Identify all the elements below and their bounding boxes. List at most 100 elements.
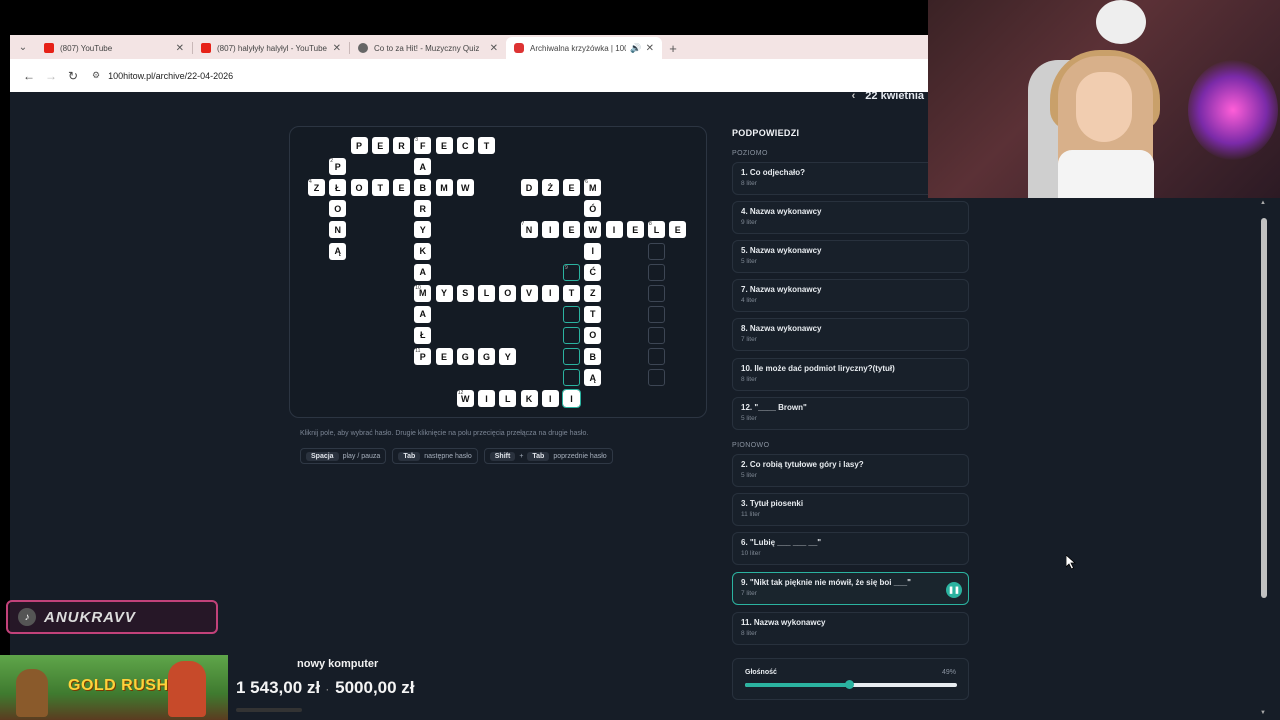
crossword-cell[interactable]: 6M [584,179,602,197]
tab-youtube-video[interactable]: (807) halyłyły halyłyl - YouTube ✕ [193,37,349,59]
crossword-cell[interactable]: A [414,263,432,281]
crossword-cell[interactable]: O [329,200,347,218]
crossword-cell[interactable] [563,326,580,344]
crossword-cell[interactable]: L [478,284,495,302]
crossword-cell[interactable]: Ł [329,179,347,197]
crossword-cell[interactable]: I [541,221,559,239]
crossword-cell[interactable]: M [435,179,453,197]
clue-down-11[interactable]: 11. Nazwa wykonawcy 8 liter [732,612,969,645]
crossword-cell[interactable]: K [520,390,538,408]
clue-down-3[interactable]: 3. Tytuł piosenki 11 liter [732,493,969,526]
crossword-cell[interactable]: I [541,390,559,408]
crossword-cell[interactable]: T [584,305,602,323]
clue-across-10[interactable]: 10. Ile może dać podmiot liryczny?(tytuł… [732,358,969,391]
crossword-cell[interactable] [648,348,665,365]
tab-youtube[interactable]: (807) YouTube ✕ [36,37,192,59]
chevron-left-icon[interactable]: ‹ [852,92,856,102]
back-icon[interactable]: ← [18,65,40,87]
crossword-cell[interactable]: 12 W [456,390,474,408]
crossword-cell[interactable]: 9 [563,263,580,281]
pause-icon[interactable]: ❚❚ [946,582,962,598]
crossword-cell[interactable]: T [478,137,495,154]
speaker-icon[interactable]: 🔊 [630,43,641,54]
crossword-cell[interactable]: I [541,284,559,302]
crossword-cell[interactable]: T [563,284,580,302]
close-icon[interactable]: ✕ [646,43,654,54]
crossword-cell[interactable]: E [435,137,453,154]
crossword-cell[interactable]: I [605,221,623,239]
crossword-cell[interactable]: E [393,179,410,197]
scroll-up-icon[interactable]: ▲ [1260,200,1266,206]
crossword-cell[interactable]: N [329,221,347,239]
clue-across-5[interactable]: 5. Nazwa wykonawcy 5 liter [732,240,969,273]
crossword-cell[interactable]: Ó [584,200,602,218]
crossword-cell[interactable]: 11 P [414,348,432,365]
address-bar[interactable]: ⚙ 100hitow.pl/archive/22-04-2026 [92,70,233,81]
crossword-cell[interactable]: C [456,137,474,154]
crossword-cell[interactable]: Ą [329,242,347,260]
crossword-cell[interactable]: I [584,242,602,260]
crossword-cell[interactable] [563,305,580,323]
crossword-cell[interactable]: B [414,179,432,197]
close-icon[interactable]: ✕ [333,43,341,54]
crossword-cell[interactable]: A [414,158,432,176]
crossword-cell[interactable]: 2P [329,158,347,176]
crossword-cell[interactable]: G [478,348,495,365]
crossword-cell[interactable]: R [393,137,410,154]
crossword-cell[interactable]: P [350,137,368,154]
crossword-cell[interactable]: E [371,137,389,154]
clue-down-9-active[interactable]: 9. "Nikt tak pięknie nie mówił, że się b… [732,572,969,605]
crossword-cell[interactable]: I [562,389,581,409]
crossword-cell[interactable]: E [669,221,687,239]
crossword-cell[interactable]: 7N [520,221,538,239]
crossword-cell[interactable] [648,305,665,323]
crossword-cell[interactable]: 4Z [308,179,325,197]
crossword-cell[interactable]: 3F [414,137,432,154]
crossword-cell[interactable]: D [520,179,538,197]
close-icon[interactable]: ✕ [490,43,498,54]
clue-down-2[interactable]: 2. Co robią tytułowe góry i lasy? 5 lite… [732,454,969,487]
crossword-cell[interactable]: V [520,284,538,302]
crossword-cell[interactable]: A [414,305,432,323]
crossword-cell[interactable]: O [350,179,368,197]
crossword-cell[interactable]: Ć [584,263,602,281]
crossword-cell[interactable]: I [478,390,495,408]
crossword-cell[interactable]: Ą [584,369,602,387]
crossword-cell[interactable] [648,263,665,281]
crossword-cell[interactable]: E [563,221,580,239]
crossword-cell[interactable]: O [499,284,517,302]
tab-crossword-active[interactable]: Archiwalna krzyżówka | 100 🔊 ✕ [506,37,662,59]
crossword-cell[interactable]: L [499,390,517,408]
clue-down-6[interactable]: 6. "Lubię ___ ___ __" 10 liter [732,532,969,565]
crossword-cell[interactable]: 10 M [414,284,432,302]
crossword-cell[interactable]: W [584,221,602,239]
clue-across-8[interactable]: 8. Nazwa wykonawcy 7 liter [732,318,969,351]
crossword-cell[interactable]: O [584,326,602,344]
crossword-cell[interactable]: E [626,221,644,239]
forward-icon[interactable]: → [40,65,62,87]
tab-quiz[interactable]: Co to za Hit! - Muzyczny Quiz ✕ [350,37,506,59]
scrollbar[interactable]: ▲ ▼ [1259,198,1269,716]
crossword-cell[interactable]: Ł [414,326,432,344]
crossword-cell[interactable]: T [371,179,389,197]
new-tab-button[interactable]: + [662,37,684,59]
crossword-cell[interactable]: W [456,179,474,197]
crossword-cell[interactable]: K [414,242,432,260]
clue-across-12[interactable]: 12. "____ Brown" 5 liter [732,397,969,430]
crossword-cell[interactable] [563,348,580,365]
crossword-cell[interactable] [563,369,580,387]
crossword-cell[interactable]: Z [584,284,602,302]
crossword-cell[interactable]: G [456,348,474,365]
tab-search-icon[interactable]: ⌄ [10,35,36,59]
crossword-cell[interactable] [648,284,665,302]
site-info-icon[interactable]: ⚙ [92,70,100,81]
crossword-cell[interactable]: Y [435,284,453,302]
crossword-cell[interactable]: Y [414,221,432,239]
scroll-down-icon[interactable]: ▼ [1260,710,1266,716]
volume-handle[interactable] [844,680,854,689]
crossword-cell[interactable]: Y [499,348,517,365]
clue-across-7[interactable]: 7. Nazwa wykonawcy 4 liter [732,279,969,312]
crossword-cell[interactable]: Ż [541,179,559,197]
crossword-cell[interactable] [648,326,665,344]
crossword-cell[interactable]: 8L [648,221,665,239]
